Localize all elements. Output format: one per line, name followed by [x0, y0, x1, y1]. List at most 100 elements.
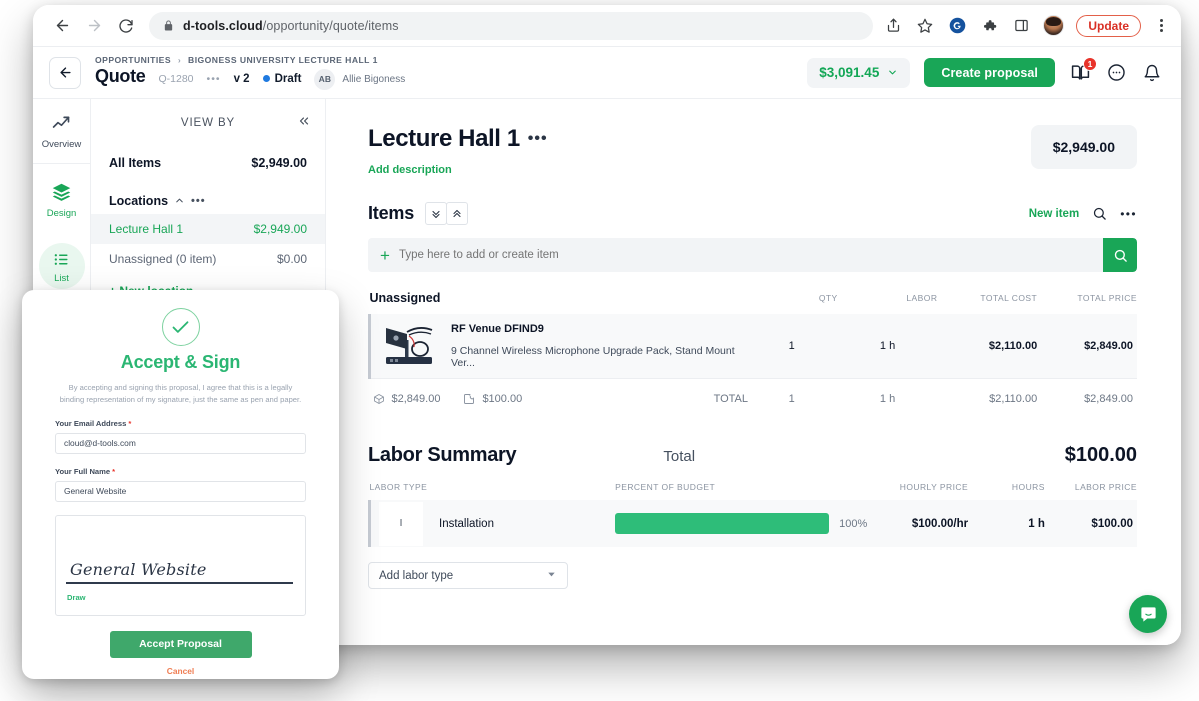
- email-field[interactable]: cloud@d-tools.com: [55, 432, 306, 454]
- browser-menu-icon[interactable]: [1153, 19, 1169, 32]
- breadcrumb-root[interactable]: OPPORTUNITIES: [95, 55, 171, 65]
- view-by-group-locations[interactable]: Locations •••: [91, 182, 325, 214]
- chevrons-up-icon[interactable]: [446, 202, 469, 225]
- labor-total-label: Total: [663, 448, 696, 465]
- chat-icon[interactable]: [1105, 62, 1127, 84]
- book-icon[interactable]: 1: [1069, 56, 1097, 84]
- main-content: Lecture Hall 1 ••• Add description $2,94…: [326, 99, 1181, 645]
- main-header: Lecture Hall 1 ••• Add description $2,94…: [368, 125, 1137, 176]
- list-icon: [53, 251, 70, 268]
- add-item-bar[interactable]: +: [368, 238, 1137, 272]
- items-group-label: Unassigned: [369, 291, 441, 305]
- app-back-button[interactable]: [49, 56, 81, 89]
- view-by-all-items[interactable]: All Items $2,949.00: [91, 147, 325, 182]
- trend-up-icon: [51, 113, 72, 134]
- item-total-price: $2,849.00: [1084, 340, 1133, 352]
- quote-version[interactable]: v 2: [234, 73, 250, 85]
- item-cell-total-cost[interactable]: $2,110.00: [937, 314, 1038, 379]
- fullname-field-value: General Website: [64, 486, 127, 497]
- column-hours: HOURS: [1011, 482, 1045, 492]
- accept-proposal-button[interactable]: Accept Proposal: [109, 630, 252, 658]
- totals-label: TOTAL: [713, 393, 749, 405]
- quote-total-dropdown[interactable]: $3,091.45: [807, 57, 911, 88]
- table-row[interactable]: RF Venue DFIND9 9 Channel Wireless Micro…: [367, 314, 1137, 379]
- create-proposal-button[interactable]: Create proposal: [924, 58, 1055, 87]
- labor-cell-type[interactable]: I Installation: [368, 500, 616, 547]
- item-total-cost: $2,110.00: [988, 340, 1038, 352]
- signature-text: General Website: [70, 559, 207, 579]
- header-title-block: OPPORTUNITIES › BIGONESS UNIVERSITY LECT…: [95, 55, 405, 90]
- view-by-header: VIEW BY: [91, 99, 325, 147]
- column-hourly-price: HOURLY PRICE: [899, 482, 969, 492]
- extensions-puzzle-icon[interactable]: [979, 16, 999, 36]
- sidebar-item-design[interactable]: Design: [33, 164, 90, 236]
- update-button[interactable]: Update: [1076, 14, 1141, 37]
- product-thumbnail-icon: [382, 323, 438, 369]
- profile-avatar[interactable]: [1043, 15, 1065, 36]
- sidebar-item-list[interactable]: List: [33, 236, 90, 298]
- quote-menu-dots[interactable]: •••: [207, 73, 221, 85]
- chat-bubble-icon[interactable]: [1129, 595, 1167, 633]
- item-cell-qty[interactable]: 1: [745, 314, 838, 379]
- quote-number: Q-1280: [158, 73, 194, 86]
- back-arrow-icon[interactable]: [47, 11, 77, 41]
- search-icon[interactable]: [1092, 206, 1107, 221]
- location-label: Lecture Hall 1: [109, 222, 184, 236]
- signature-box[interactable]: General Website Draw: [55, 514, 306, 616]
- locations-menu-dots[interactable]: •••: [191, 195, 206, 207]
- items-more-menu-dots[interactable]: •••: [1120, 207, 1137, 221]
- breadcrumb-current[interactable]: BIGONESS UNIVERSITY LECTURE HALL 1: [188, 55, 378, 65]
- email-field-label: Your Email Address *: [55, 419, 306, 428]
- percent-of-budget-label: 100%: [839, 517, 868, 530]
- forward-arrow-icon[interactable]: [79, 11, 109, 41]
- header-actions: $3,091.45 Create proposal 1: [807, 56, 1163, 88]
- grammarly-icon[interactable]: [947, 16, 967, 36]
- locations-label: Locations: [109, 194, 169, 208]
- chevrons-down-icon[interactable]: [425, 202, 448, 225]
- new-item-button[interactable]: New item: [1029, 208, 1080, 220]
- double-chevron-left-icon[interactable]: [297, 114, 311, 131]
- location-label: Unassigned (0 item): [109, 252, 217, 266]
- item-qty: 1: [788, 340, 795, 352]
- notification-badge: 1: [1083, 56, 1097, 71]
- search-submit-button[interactable]: [1103, 238, 1137, 272]
- column-total-cost: TOTAL COST: [980, 293, 1038, 303]
- avatar: AB: [314, 68, 336, 90]
- totals-total-price: $2,849.00: [1037, 378, 1137, 418]
- location-item-lecture-hall-1[interactable]: Lecture Hall 1 $2,949.00: [91, 214, 325, 244]
- cancel-button[interactable]: Cancel: [55, 666, 306, 676]
- labor-summary-title: Labor Summary: [368, 444, 517, 466]
- owner-block: AB Allie Bigoness: [314, 68, 405, 90]
- address-bar[interactable]: d-tools.cloud/opportunity/quote/items: [149, 11, 874, 40]
- lock-icon: [163, 20, 174, 31]
- location-title-menu-dots[interactable]: •••: [528, 130, 548, 148]
- add-item-input[interactable]: [398, 249, 1103, 261]
- labor-row[interactable]: I Installation 100% $100.00/hr 1 h $100.…: [368, 500, 1137, 547]
- side-panel-icon[interactable]: [1011, 16, 1031, 36]
- status-dot-icon: [262, 75, 270, 83]
- column-labor: LABOR: [906, 293, 938, 303]
- star-icon[interactable]: [915, 16, 935, 36]
- add-labor-type-select[interactable]: Add labor type: [368, 562, 568, 589]
- browser-action-icons: Update: [883, 14, 1171, 37]
- fullname-field[interactable]: General Website: [55, 480, 306, 502]
- item-cell-total-price[interactable]: $2,849.00: [1037, 314, 1137, 379]
- share-icon[interactable]: [883, 16, 903, 36]
- reload-icon[interactable]: [111, 11, 141, 41]
- items-table: Unassigned QTY LABOR TOTAL COST TOTAL PR…: [367, 272, 1137, 418]
- bell-icon[interactable]: [1141, 62, 1163, 84]
- item-name: RF Venue DFIND9: [451, 323, 544, 335]
- item-cell-name[interactable]: RF Venue DFIND9 9 Channel Wireless Micro…: [367, 314, 746, 379]
- sidebar-item-overview[interactable]: Overview: [33, 99, 90, 164]
- add-description-link[interactable]: Add description: [368, 164, 548, 176]
- percent-of-budget-bar: [615, 513, 830, 534]
- draw-signature-link[interactable]: Draw: [67, 593, 86, 602]
- caret-up-icon[interactable]: [174, 195, 185, 208]
- item-text-block: RF Venue DFIND9 9 Channel Wireless Micro…: [451, 323, 746, 369]
- item-cell-labor[interactable]: 1 h: [837, 314, 938, 379]
- location-item-unassigned[interactable]: Unassigned (0 item) $0.00: [91, 244, 325, 274]
- items-toolbar-right: New item •••: [1029, 206, 1137, 221]
- breadcrumb-separator: ›: [177, 55, 182, 66]
- breadcrumb[interactable]: OPPORTUNITIES › BIGONESS UNIVERSITY LECT…: [95, 55, 405, 65]
- labor-table-header: LABOR TYPE PERCENT OF BUDGET HOURLY PRIC…: [370, 467, 1138, 500]
